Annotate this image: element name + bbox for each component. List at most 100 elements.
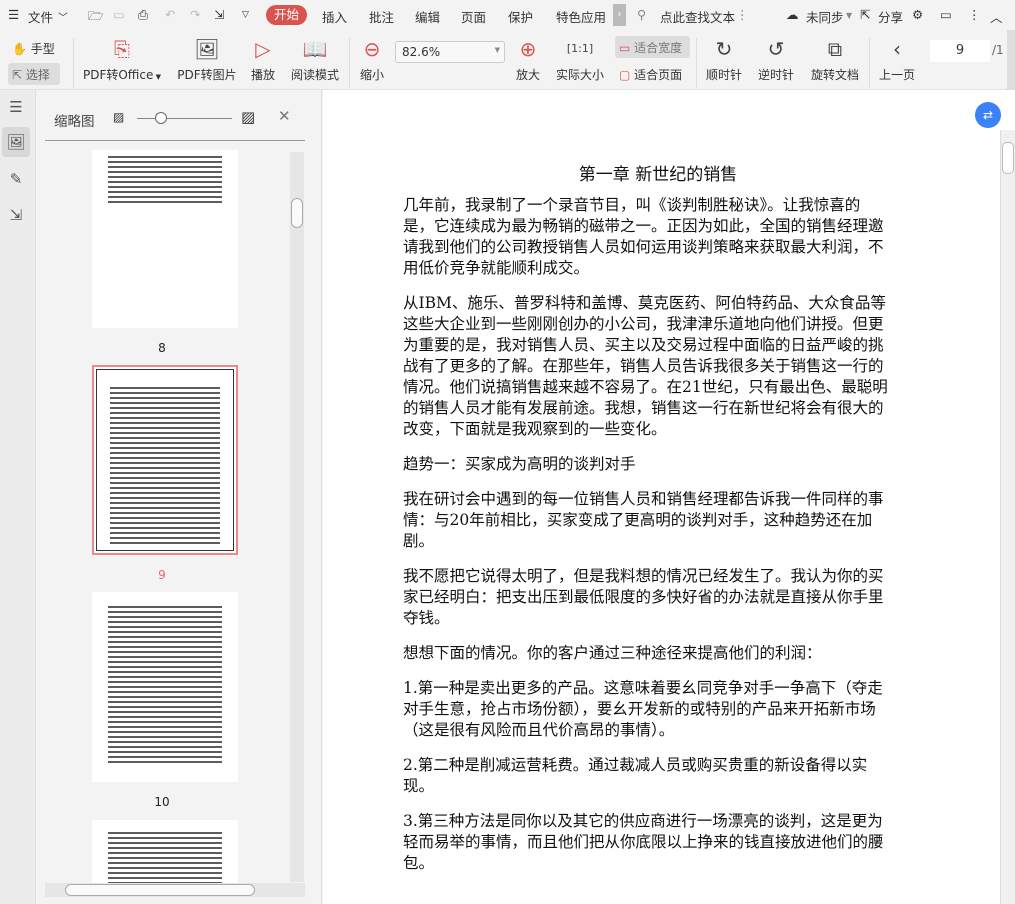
text-line: 对手生意，抢占市场份额），要幺开发新的或特别的产品来开拓新市场 (403, 700, 876, 718)
feedback-icon[interactable]: ▭ (940, 7, 952, 22)
chevron-down-icon: ▼ (494, 46, 500, 54)
zoom-in-button[interactable]: ⊕ 放大 (512, 36, 544, 83)
thumbnail-panel: 缩略图 ▨ ▨ ✕ 8 9 10 (37, 90, 322, 904)
page-total: /1 (992, 43, 1004, 57)
annotation-pen-icon[interactable]: ✎ (2, 164, 30, 194)
pdf-to-office-button[interactable]: ⎘ PDF转Office ▼ (82, 36, 162, 83)
search-input[interactable]: 点此查找文本 (660, 7, 735, 26)
hand-tool[interactable]: ✋ 手型 (12, 40, 55, 57)
export-icon[interactable]: ⇲ (214, 7, 224, 22)
text-line: （这是很有风险而且代价高昂的事情）。 (403, 721, 675, 739)
slider-handle[interactable] (155, 112, 167, 124)
redo-icon[interactable]: ↷ (190, 7, 200, 22)
text-line: 3.第三种方法是同你以及其它的供应商进行一场漂亮的谈判，这是更为 (403, 812, 883, 830)
outline-icon[interactable]: ☰ (2, 92, 30, 122)
tab-start[interactable]: 开始 (266, 5, 307, 25)
paragraph: 我不愿把它说得太明了，但是我料想的情况已经发生了。我认为你的买 家已经明白：把支出… (403, 566, 923, 629)
rotate-document-button[interactable]: ⧉ 旋转文档 (808, 36, 862, 83)
save-icon[interactable]: ▭ (113, 7, 125, 22)
sync-status[interactable]: 未同步 (806, 7, 844, 26)
text-line: 剧。 (403, 532, 435, 550)
play-icon: ▷ (255, 37, 271, 61)
paragraph: 我在研讨会中遇到的每一位销售人员和销售经理都告诉我一件同样的事 情：与20年前相比… (403, 489, 923, 552)
gear-icon[interactable]: ⚙ (912, 7, 923, 22)
fit-width-label: 适合宽度 (634, 41, 683, 55)
read-mode-button[interactable]: 📖 阅读模式 (288, 36, 342, 83)
more-icon[interactable]: ⋮ (968, 7, 981, 22)
thumbnail-page-11[interactable] (92, 820, 238, 884)
tab-annotate[interactable]: 批注 (369, 7, 394, 26)
thumbnail-page-8[interactable] (92, 150, 238, 328)
document-scrollbar[interactable] (1000, 130, 1015, 904)
text-line: 夺钱。 (403, 609, 450, 627)
text-line: 的销售人员才能有发展前途。我想，销售这一行在新世纪将会有很大的 (403, 399, 884, 417)
prev-page-label: 上一页 (878, 68, 915, 82)
rotate-counter-clockwise-button[interactable]: ↺ 逆时针 (756, 36, 796, 83)
fit-page-button[interactable]: ▢ 适合页面 (619, 66, 682, 83)
toolbar-scroll-right[interactable] (1007, 30, 1015, 90)
paragraph: 想想下面的情况。你的客户通过三种途径来提高他们的利润： (403, 643, 923, 664)
play-button[interactable]: ▷ 播放 (246, 36, 280, 83)
pdf-to-image-button[interactable]: 🖼 PDF转图片 (175, 36, 239, 83)
collapse-ribbon-icon[interactable]: ︿ (990, 7, 1003, 26)
text-line: 从IBM、施乐、普罗科特和盖博、莫克医药、阿伯特药品、大众食品等 (403, 294, 886, 312)
text-line: 包。 (403, 854, 435, 872)
share-button[interactable]: 分享 (878, 7, 903, 26)
pdf-to-image-label: PDF转图片 (177, 68, 237, 82)
vertical-scrollbar[interactable] (290, 152, 304, 882)
sync-dropdown-icon[interactable]: ▼ (846, 11, 852, 20)
chevron-down-icon[interactable]: ﹀ (58, 9, 68, 24)
thumbnail-page-9[interactable] (92, 365, 238, 555)
file-menu[interactable]: 文件 (28, 7, 53, 26)
page-number-input[interactable]: 9 (930, 40, 990, 62)
text-line: 轻而易举的事情，而且他们把从你底限以上挣来的钱直接放进他们的腰 (403, 833, 884, 851)
counter-clockwise-label: 逆时针 (757, 68, 794, 82)
zoom-in-icon: ⊕ (519, 37, 537, 61)
actual-size-button[interactable]: [1:1] 实际大小 (554, 36, 606, 83)
play-label: 播放 (250, 68, 275, 82)
cloud-icon: ☁ (786, 7, 799, 22)
tab-protect[interactable]: 保护 (508, 7, 533, 26)
paragraph: 1.第一种是卖出更多的产品。这意味着要幺同竞争对手一争高下（夺走 对手生意，抢占市… (403, 678, 923, 741)
tab-insert[interactable]: 插入 (322, 7, 347, 26)
scrollbar-thumb[interactable] (1002, 142, 1014, 174)
thumbnail-icon[interactable]: 🖼 (2, 127, 30, 157)
tabs-scroll-right-button[interactable]: › (613, 4, 626, 26)
paragraph: 3.第三种方法是同你以及其它的供应商进行一场漂亮的谈判，这是更为 轻而易举的事情，… (403, 811, 923, 874)
thumbnail-size-slider[interactable] (137, 118, 232, 119)
open-icon[interactable]: 🗁 (88, 7, 104, 28)
rotate-clockwise-button[interactable]: ↻ 顺时针 (704, 36, 744, 83)
share-icon[interactable]: ⇱ (860, 7, 870, 22)
ai-assistant-icon[interactable]: ⇄ (975, 102, 1001, 128)
scrollbar-thumb[interactable] (291, 198, 303, 228)
select-tool[interactable]: ⇱ 选择 (8, 63, 60, 85)
text-line: 1.第一种是卖出更多的产品。这意味着要幺同竞争对手一争高下（夺走 (403, 679, 883, 697)
chevron-left-icon: ‹ (893, 37, 901, 61)
thumbnail-page-10[interactable] (92, 592, 238, 782)
hand-label: 手型 (30, 42, 55, 56)
undo-icon[interactable]: ↶ (165, 7, 175, 22)
zoom-out-button[interactable]: ⊖ 缩小 (356, 36, 388, 83)
fit-width-button[interactable]: ▭ 适合宽度 (615, 36, 690, 58)
pdf-page: 第一章 新世纪的销售 几年前，我录制了一个录音节目，叫《谈判制胜秘诀》。让我惊喜… (403, 160, 923, 888)
close-icon[interactable]: ✕ (278, 107, 291, 125)
tab-edit[interactable]: 编辑 (415, 7, 440, 26)
more-vertical-icon[interactable]: ⋮ (736, 7, 749, 22)
text-line: 这些大企业到一些刚刚创办的小公司，我津津乐道地向他们讲授。但更 (403, 315, 884, 333)
thumbnail-label: 10 (154, 795, 170, 809)
scrollbar-thumb[interactable] (65, 884, 255, 896)
horizontal-scrollbar[interactable] (45, 883, 305, 897)
prev-page-button[interactable]: ‹ 上一页 (877, 36, 917, 83)
tab-special-apps[interactable]: 特色应用 (556, 7, 606, 26)
tab-page[interactable]: 页面 (461, 7, 486, 26)
book-icon: 📖 (302, 37, 328, 61)
print-icon[interactable]: ⎙ (138, 7, 148, 23)
search-icon: ⚲ (637, 7, 647, 22)
text-line: 请我到他们的公司教授销售人员如何运用谈判策略来获取最大利润，不 (403, 238, 884, 256)
zoom-select[interactable]: 82.6% ▼ (395, 41, 505, 63)
hamburger-icon[interactable]: ☰ (8, 7, 19, 22)
fit-width-icon: ▭ (619, 41, 631, 55)
more-dropdown-icon[interactable]: ▽ (242, 10, 249, 20)
export-doc-icon[interactable]: ⇲ (2, 200, 30, 230)
text-line: 我不愿把它说得太明了，但是我料想的情况已经发生了。我认为你的买 (403, 567, 884, 585)
